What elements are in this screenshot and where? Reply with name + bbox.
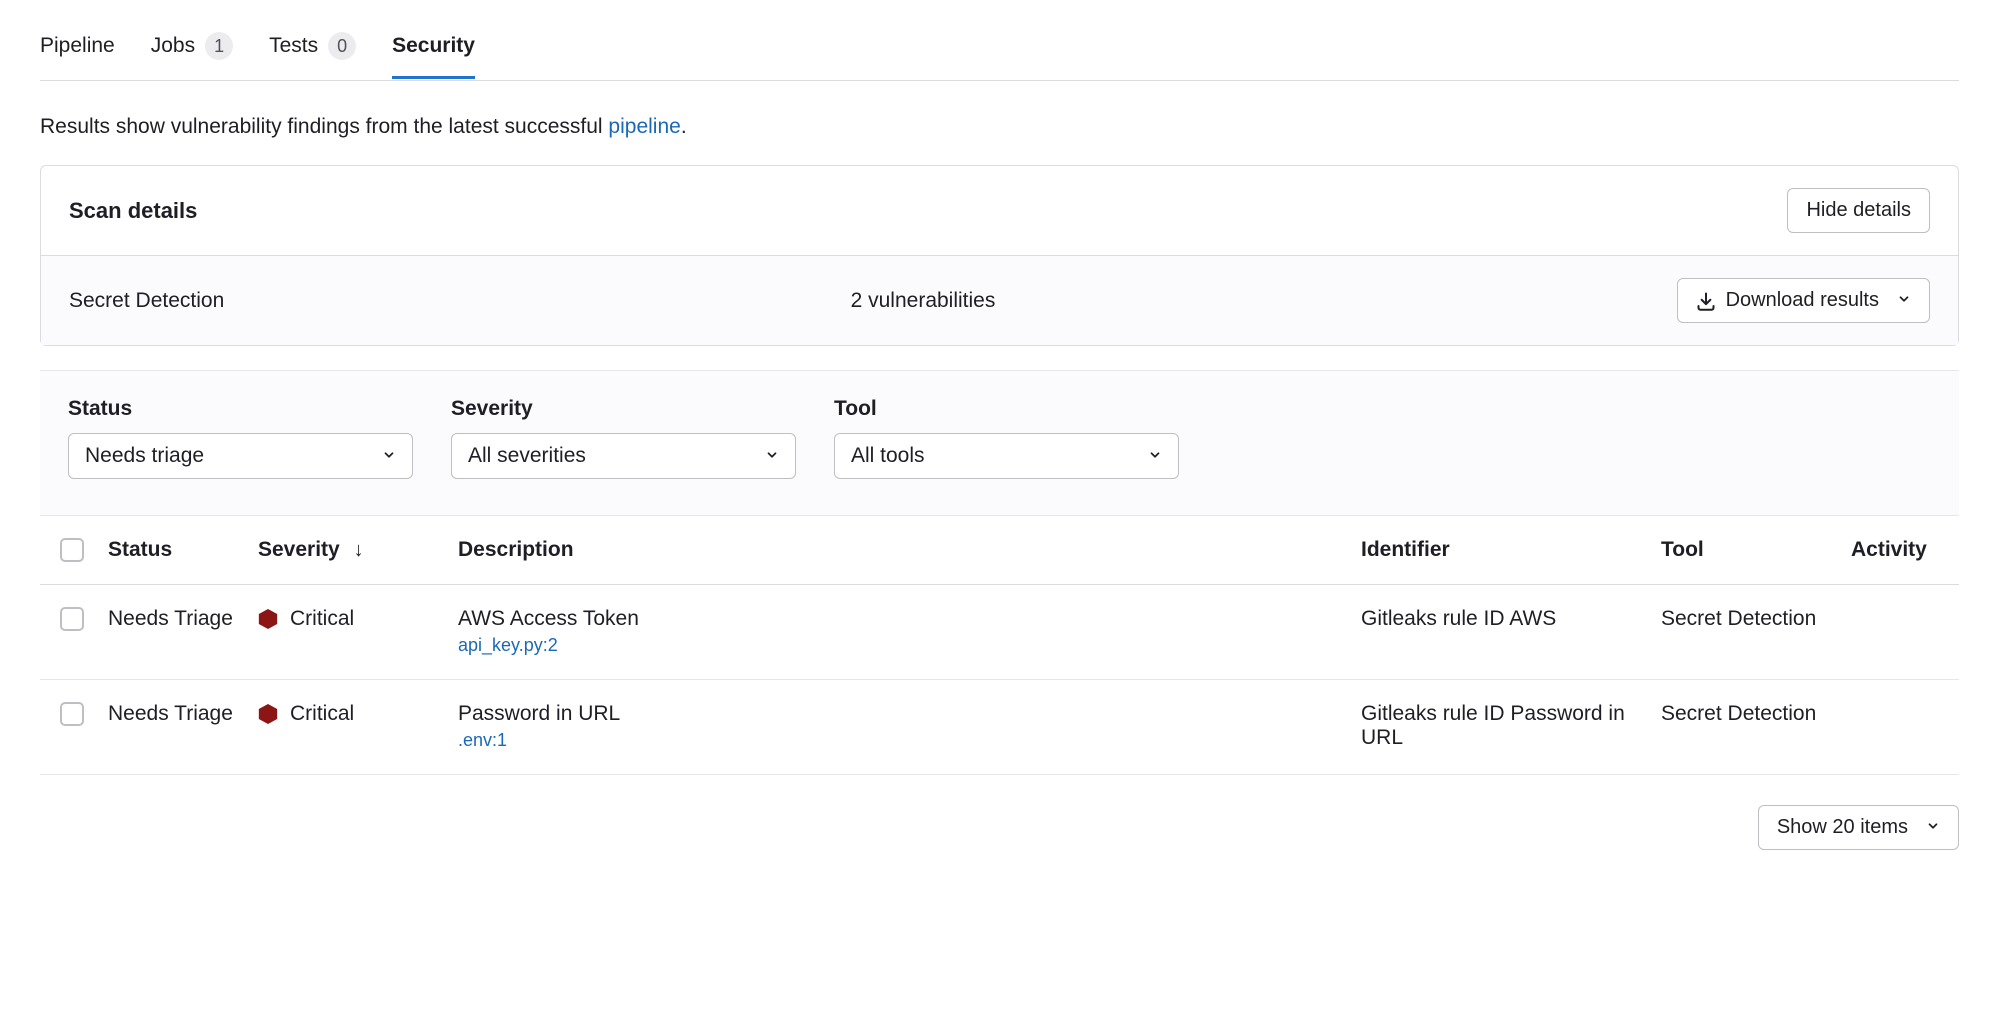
table-footer: Show 20 items: [40, 805, 1959, 850]
header-severity-label: Severity: [258, 538, 340, 561]
header-severity[interactable]: Severity ↓: [246, 516, 446, 585]
row-activity: [1839, 585, 1959, 680]
tab-tests-label: Tests: [269, 34, 318, 58]
download-icon: [1696, 291, 1716, 311]
row-identifier: Gitleaks rule ID Password in URL: [1349, 680, 1649, 775]
download-results-label: Download results: [1726, 289, 1879, 312]
row-status: Needs Triage: [96, 585, 246, 680]
chevron-down-icon: [1926, 817, 1940, 838]
filter-severity-value: All severities: [468, 444, 586, 468]
filter-tool-label: Tool: [834, 397, 1179, 421]
filter-tool-value: All tools: [851, 444, 925, 468]
filter-severity-group: Severity All severities: [451, 397, 796, 479]
chevron-down-icon: [765, 446, 779, 467]
row-checkbox[interactable]: [60, 607, 84, 631]
tab-pipeline-label: Pipeline: [40, 34, 115, 58]
filter-tool-select[interactable]: All tools: [834, 433, 1179, 479]
row-checkbox[interactable]: [60, 702, 84, 726]
tabs-nav: Pipeline Jobs 1 Tests 0 Security: [40, 0, 1959, 81]
scan-count: 2 vulnerabilities: [851, 289, 1677, 313]
scan-name: Secret Detection: [69, 289, 851, 313]
hide-details-button[interactable]: Hide details: [1787, 188, 1930, 233]
row-activity: [1839, 680, 1959, 775]
tab-jobs-badge: 1: [205, 32, 233, 60]
row-severity-label: Critical: [290, 607, 354, 631]
row-severity: Critical: [258, 607, 434, 631]
filter-severity-label: Severity: [451, 397, 796, 421]
table-row: Needs Triage Critical AWS Access Token a…: [40, 585, 1959, 680]
severity-critical-icon: [258, 608, 278, 630]
row-tool: Secret Detection: [1649, 585, 1839, 680]
scan-details-body: Secret Detection 2 vulnerabilities Downl…: [41, 256, 1958, 345]
intro-suffix: .: [681, 115, 687, 138]
row-description: AWS Access Token: [458, 607, 1337, 631]
download-results-button[interactable]: Download results: [1677, 278, 1930, 323]
filters-bar: Status Needs triage Severity All severit…: [40, 370, 1959, 516]
row-tool: Secret Detection: [1649, 680, 1839, 775]
tab-security-label: Security: [392, 34, 475, 58]
scan-details-header: Scan details Hide details: [41, 166, 1958, 256]
chevron-down-icon: [1897, 290, 1911, 311]
filter-severity-select[interactable]: All severities: [451, 433, 796, 479]
row-location-link[interactable]: .env:1: [458, 730, 507, 751]
pipeline-link[interactable]: pipeline: [608, 115, 680, 138]
row-severity: Critical: [258, 702, 434, 726]
tab-pipeline[interactable]: Pipeline: [40, 20, 115, 78]
tab-tests-badge: 0: [328, 32, 356, 60]
chevron-down-icon: [1148, 446, 1162, 467]
scan-details-title: Scan details: [69, 198, 197, 224]
show-items-label: Show 20 items: [1777, 816, 1908, 839]
show-items-button[interactable]: Show 20 items: [1758, 805, 1959, 850]
header-activity[interactable]: Activity: [1839, 516, 1959, 585]
intro-text: Results show vulnerability findings from…: [40, 115, 1959, 139]
header-description[interactable]: Description: [446, 516, 1349, 585]
row-identifier: Gitleaks rule ID AWS: [1349, 585, 1649, 680]
row-description: Password in URL: [458, 702, 1337, 726]
row-location-link[interactable]: api_key.py:2: [458, 635, 558, 656]
select-all-checkbox[interactable]: [60, 538, 84, 562]
tab-jobs[interactable]: Jobs 1: [151, 18, 233, 80]
header-status[interactable]: Status: [96, 516, 246, 585]
filter-status-label: Status: [68, 397, 413, 421]
tab-security[interactable]: Security: [392, 20, 475, 78]
severity-critical-icon: [258, 703, 278, 725]
hide-details-label: Hide details: [1806, 199, 1911, 222]
header-checkbox-cell: [40, 516, 96, 585]
filter-status-value: Needs triage: [85, 444, 204, 468]
filter-tool-group: Tool All tools: [834, 397, 1179, 479]
header-tool[interactable]: Tool: [1649, 516, 1839, 585]
scan-details-panel: Scan details Hide details Secret Detecti…: [40, 165, 1959, 346]
intro-prefix: Results show vulnerability findings from…: [40, 115, 608, 138]
row-status: Needs Triage: [96, 680, 246, 775]
tab-tests[interactable]: Tests 0: [269, 18, 356, 80]
tab-jobs-label: Jobs: [151, 34, 195, 58]
filter-status-group: Status Needs triage: [68, 397, 413, 479]
chevron-down-icon: [382, 446, 396, 467]
header-identifier[interactable]: Identifier: [1349, 516, 1649, 585]
table-row: Needs Triage Critical Password in URL .e…: [40, 680, 1959, 775]
row-severity-label: Critical: [290, 702, 354, 726]
vulnerability-table: Status Severity ↓ Description Identifier…: [40, 516, 1959, 775]
sort-desc-icon: ↓: [354, 539, 364, 561]
filter-status-select[interactable]: Needs triage: [68, 433, 413, 479]
